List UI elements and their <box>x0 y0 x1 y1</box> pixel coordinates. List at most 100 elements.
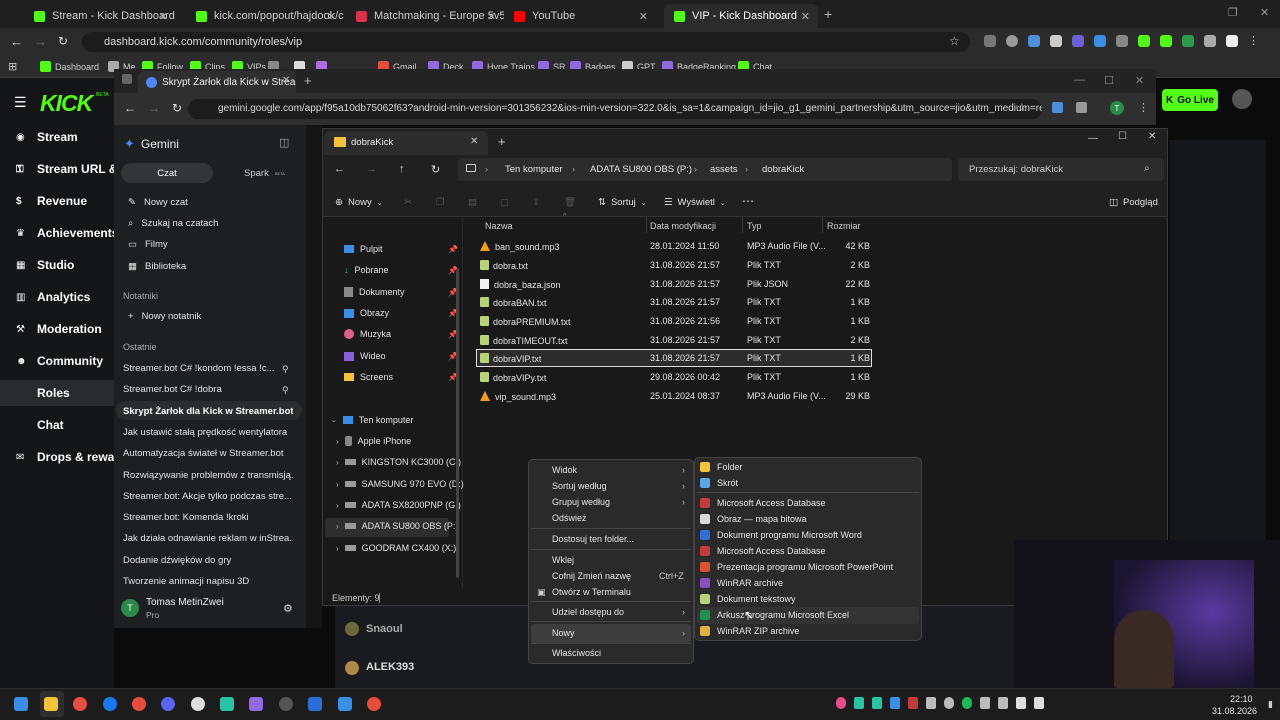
extension-icon[interactable] <box>1052 102 1063 113</box>
submenu-item-folder[interactable]: Folder <box>700 462 743 472</box>
close-icon[interactable]: ✕ <box>282 75 290 86</box>
breadcrumb-item[interactable]: ADATA SU800 OBS (P:) <box>590 164 692 175</box>
view-button[interactable]: ☰ Wyświetl ⌄ <box>664 197 726 208</box>
nav-item-downloads[interactable]: ↓ Pobrane 📌 <box>344 265 458 275</box>
submenu-item-access[interactable]: Microsoft Access Database <box>700 546 826 556</box>
nav-item-drive[interactable]: › SAMSUNG 970 EVO (D:) <box>336 479 464 489</box>
nav-studio[interactable]: ▦ Studio <box>16 258 74 272</box>
column-header-type[interactable]: Typ <box>747 221 762 231</box>
menu-item-open-terminal[interactable]: Otwórz w Terminalu <box>552 587 631 597</box>
menu-item-sort[interactable]: Sortuj według <box>552 481 607 491</box>
nav-item-this-pc[interactable]: ⌄ Ten komputer <box>331 415 413 425</box>
network-icon[interactable] <box>1016 697 1026 709</box>
notification-icon[interactable]: ▮ <box>1268 699 1273 710</box>
file-explorer-icon[interactable] <box>44 697 58 711</box>
nav-revenue[interactable]: $ Revenue <box>16 194 87 208</box>
menu-kebab-icon[interactable]: ⋮ <box>1248 35 1260 47</box>
tray-icon[interactable] <box>890 697 900 709</box>
settings-gear-icon[interactable]: ⚙ <box>283 602 293 615</box>
volume-icon[interactable] <box>1034 697 1044 709</box>
recent-chat[interactable]: Streamer.bot C# !dobra <box>123 384 293 395</box>
nav-item-desktop[interactable]: Pulpit 📌 <box>344 244 458 254</box>
breadcrumb-item[interactable]: assets <box>710 164 737 175</box>
back-icon[interactable]: ← <box>10 34 23 49</box>
close-icon[interactable]: ✕ <box>639 10 648 23</box>
submenu-item-text-document[interactable]: Dokument tekstowy <box>700 594 796 604</box>
spotify-icon[interactable] <box>962 697 972 709</box>
maximize-icon[interactable]: ❐ <box>1228 6 1238 19</box>
menu-item-share[interactable]: Udziel dostępu do <box>552 607 624 617</box>
close-window-icon[interactable]: ✕ <box>1135 74 1144 87</box>
nav-moderation[interactable]: ⚒ Moderation <box>16 322 102 336</box>
submenu-item-powerpoint[interactable]: Prezentacja programu Microsoft PowerPoin… <box>700 562 893 572</box>
submenu-item-excel[interactable]: Arkusz programu Microsoft Excel <box>700 610 849 620</box>
column-divider[interactable] <box>742 217 743 233</box>
browser-tab[interactable]: Matchmaking - Europe 5v5 Qu✕ <box>346 4 504 28</box>
bookmark-star-icon[interactable]: ☆ <box>1017 101 1027 114</box>
nav-analytics[interactable]: ▥ Analytics <box>16 290 90 304</box>
submenu-item-access[interactable]: Microsoft Access Database <box>700 498 826 508</box>
browser-tab[interactable]: YouTube ✕ <box>504 4 656 28</box>
paste-icon[interactable]: ▤ <box>468 197 477 208</box>
start-windows-icon[interactable] <box>14 697 28 711</box>
gemini-address-bar[interactable]: gemini.google.com/app/f95a10db75062f63?a… <box>188 99 1042 119</box>
browser-tab-active[interactable]: VIP - Kick Dashboard ✕ <box>664 4 818 28</box>
file-row[interactable]: dobra_baza.json 31.08.2026 21:57 Plik JSON… <box>476 275 872 293</box>
search-chats-button[interactable]: ⌕ Szukaj na czatach <box>128 218 218 229</box>
more-options-icon[interactable]: ⋯ <box>742 194 754 208</box>
nav-item-videos[interactable]: Wideo 📌 <box>344 351 458 361</box>
nav-stream[interactable]: ◉ Stream <box>16 130 78 144</box>
app-icon[interactable] <box>249 697 263 711</box>
recent-chat-active[interactable]: Skrypt Żarłok dla Kick w Streamer.bot <box>123 406 293 417</box>
tab-chat[interactable]: Czat <box>121 163 213 183</box>
kick-logo[interactable]: KICK <box>40 90 93 117</box>
user-avatar[interactable]: T <box>121 599 139 617</box>
videos-button[interactable]: ▭ Filmy <box>128 239 168 250</box>
menu-item-paste[interactable]: Wklej <box>552 555 574 565</box>
browser-tab[interactable]: Stream - Kick Dashboard ✕ <box>24 4 176 28</box>
app-icon[interactable] <box>308 697 322 711</box>
close-icon[interactable]: ✕ <box>487 10 496 23</box>
recent-chat[interactable]: Tworzenie animacji napisu 3D <box>123 576 293 587</box>
cut-icon[interactable]: ✂ <box>404 197 412 208</box>
bookmark-star-icon[interactable]: ☆ <box>949 34 960 48</box>
forward-icon[interactable]: → <box>366 163 377 175</box>
discord-icon[interactable] <box>161 697 175 711</box>
new-tab-icon[interactable]: + <box>824 6 832 22</box>
gemini-browser-tab[interactable]: Skrypt Żarłok dla Kick w Stream <box>138 71 296 93</box>
nav-item-drive[interactable]: › GOODRAM CX400 (X:) <box>336 543 456 553</box>
file-row[interactable]: vip_sound.mp3 25.01.2024 08:37 MP3 Audio F… <box>476 387 872 405</box>
library-button[interactable]: ▦ Biblioteka <box>128 261 186 272</box>
forward-icon[interactable]: → <box>148 101 160 115</box>
column-header-size[interactable]: Rozmiar <box>827 221 861 231</box>
delete-icon[interactable]: 🗑 <box>564 197 576 208</box>
tab-menu-icon[interactable] <box>122 74 132 84</box>
recent-chat[interactable]: Streamer.bot C# !kondom !essa !c... <box>123 363 293 374</box>
submenu-item-word[interactable]: Dokument programu Microsoft Word <box>700 530 862 540</box>
gemini-brand[interactable]: ✦ Gemini <box>124 136 179 152</box>
extension-icon[interactable] <box>984 35 996 47</box>
chrome-icon[interactable] <box>367 697 381 711</box>
reload-icon[interactable]: ↻ <box>172 101 182 115</box>
refresh-icon[interactable]: ↻ <box>431 163 440 176</box>
sidebar-toggle-icon[interactable]: ◫ <box>279 136 289 149</box>
breadcrumb-item[interactable]: Ten komputer <box>505 164 563 175</box>
submenu-item-bitmap[interactable]: Obraz — mapa bitowa <box>700 514 807 524</box>
tray-icon[interactable] <box>908 697 918 709</box>
recent-chat[interactable]: Jak działa odnawianie reklam w inStrea..… <box>123 533 293 544</box>
menu-item-group[interactable]: Grupuj według <box>552 497 610 507</box>
recent-chat[interactable]: Jak ustawić stałą prędkość wentylatora <box>123 427 293 438</box>
taskbar-time[interactable]: 22:10 <box>1230 694 1253 704</box>
nav-community[interactable]: ☻ Community <box>16 354 103 368</box>
file-row[interactable]: dobraBAN.txt 31.08.2026 21:57 Plik TXT 1 KB <box>476 293 872 311</box>
maximize-icon[interactable]: ☐ <box>1118 131 1127 142</box>
file-row[interactable]: dobraPREMIUM.txt 31.08.2026 21:56 Plik TXT… <box>476 312 872 330</box>
puzzle-icon[interactable] <box>1076 102 1087 113</box>
scrollbar[interactable] <box>456 268 459 578</box>
minimize-icon[interactable]: — <box>1088 133 1098 144</box>
menu-item-view[interactable]: Widok <box>552 465 577 475</box>
up-icon[interactable]: ↑ <box>399 163 405 175</box>
nav-stream-url[interactable]: ⚿ Stream URL & K <box>16 162 129 176</box>
submenu-item-winrar[interactable]: WinRAR archive <box>700 578 783 588</box>
bookmark[interactable]: Dashboard <box>40 61 99 72</box>
